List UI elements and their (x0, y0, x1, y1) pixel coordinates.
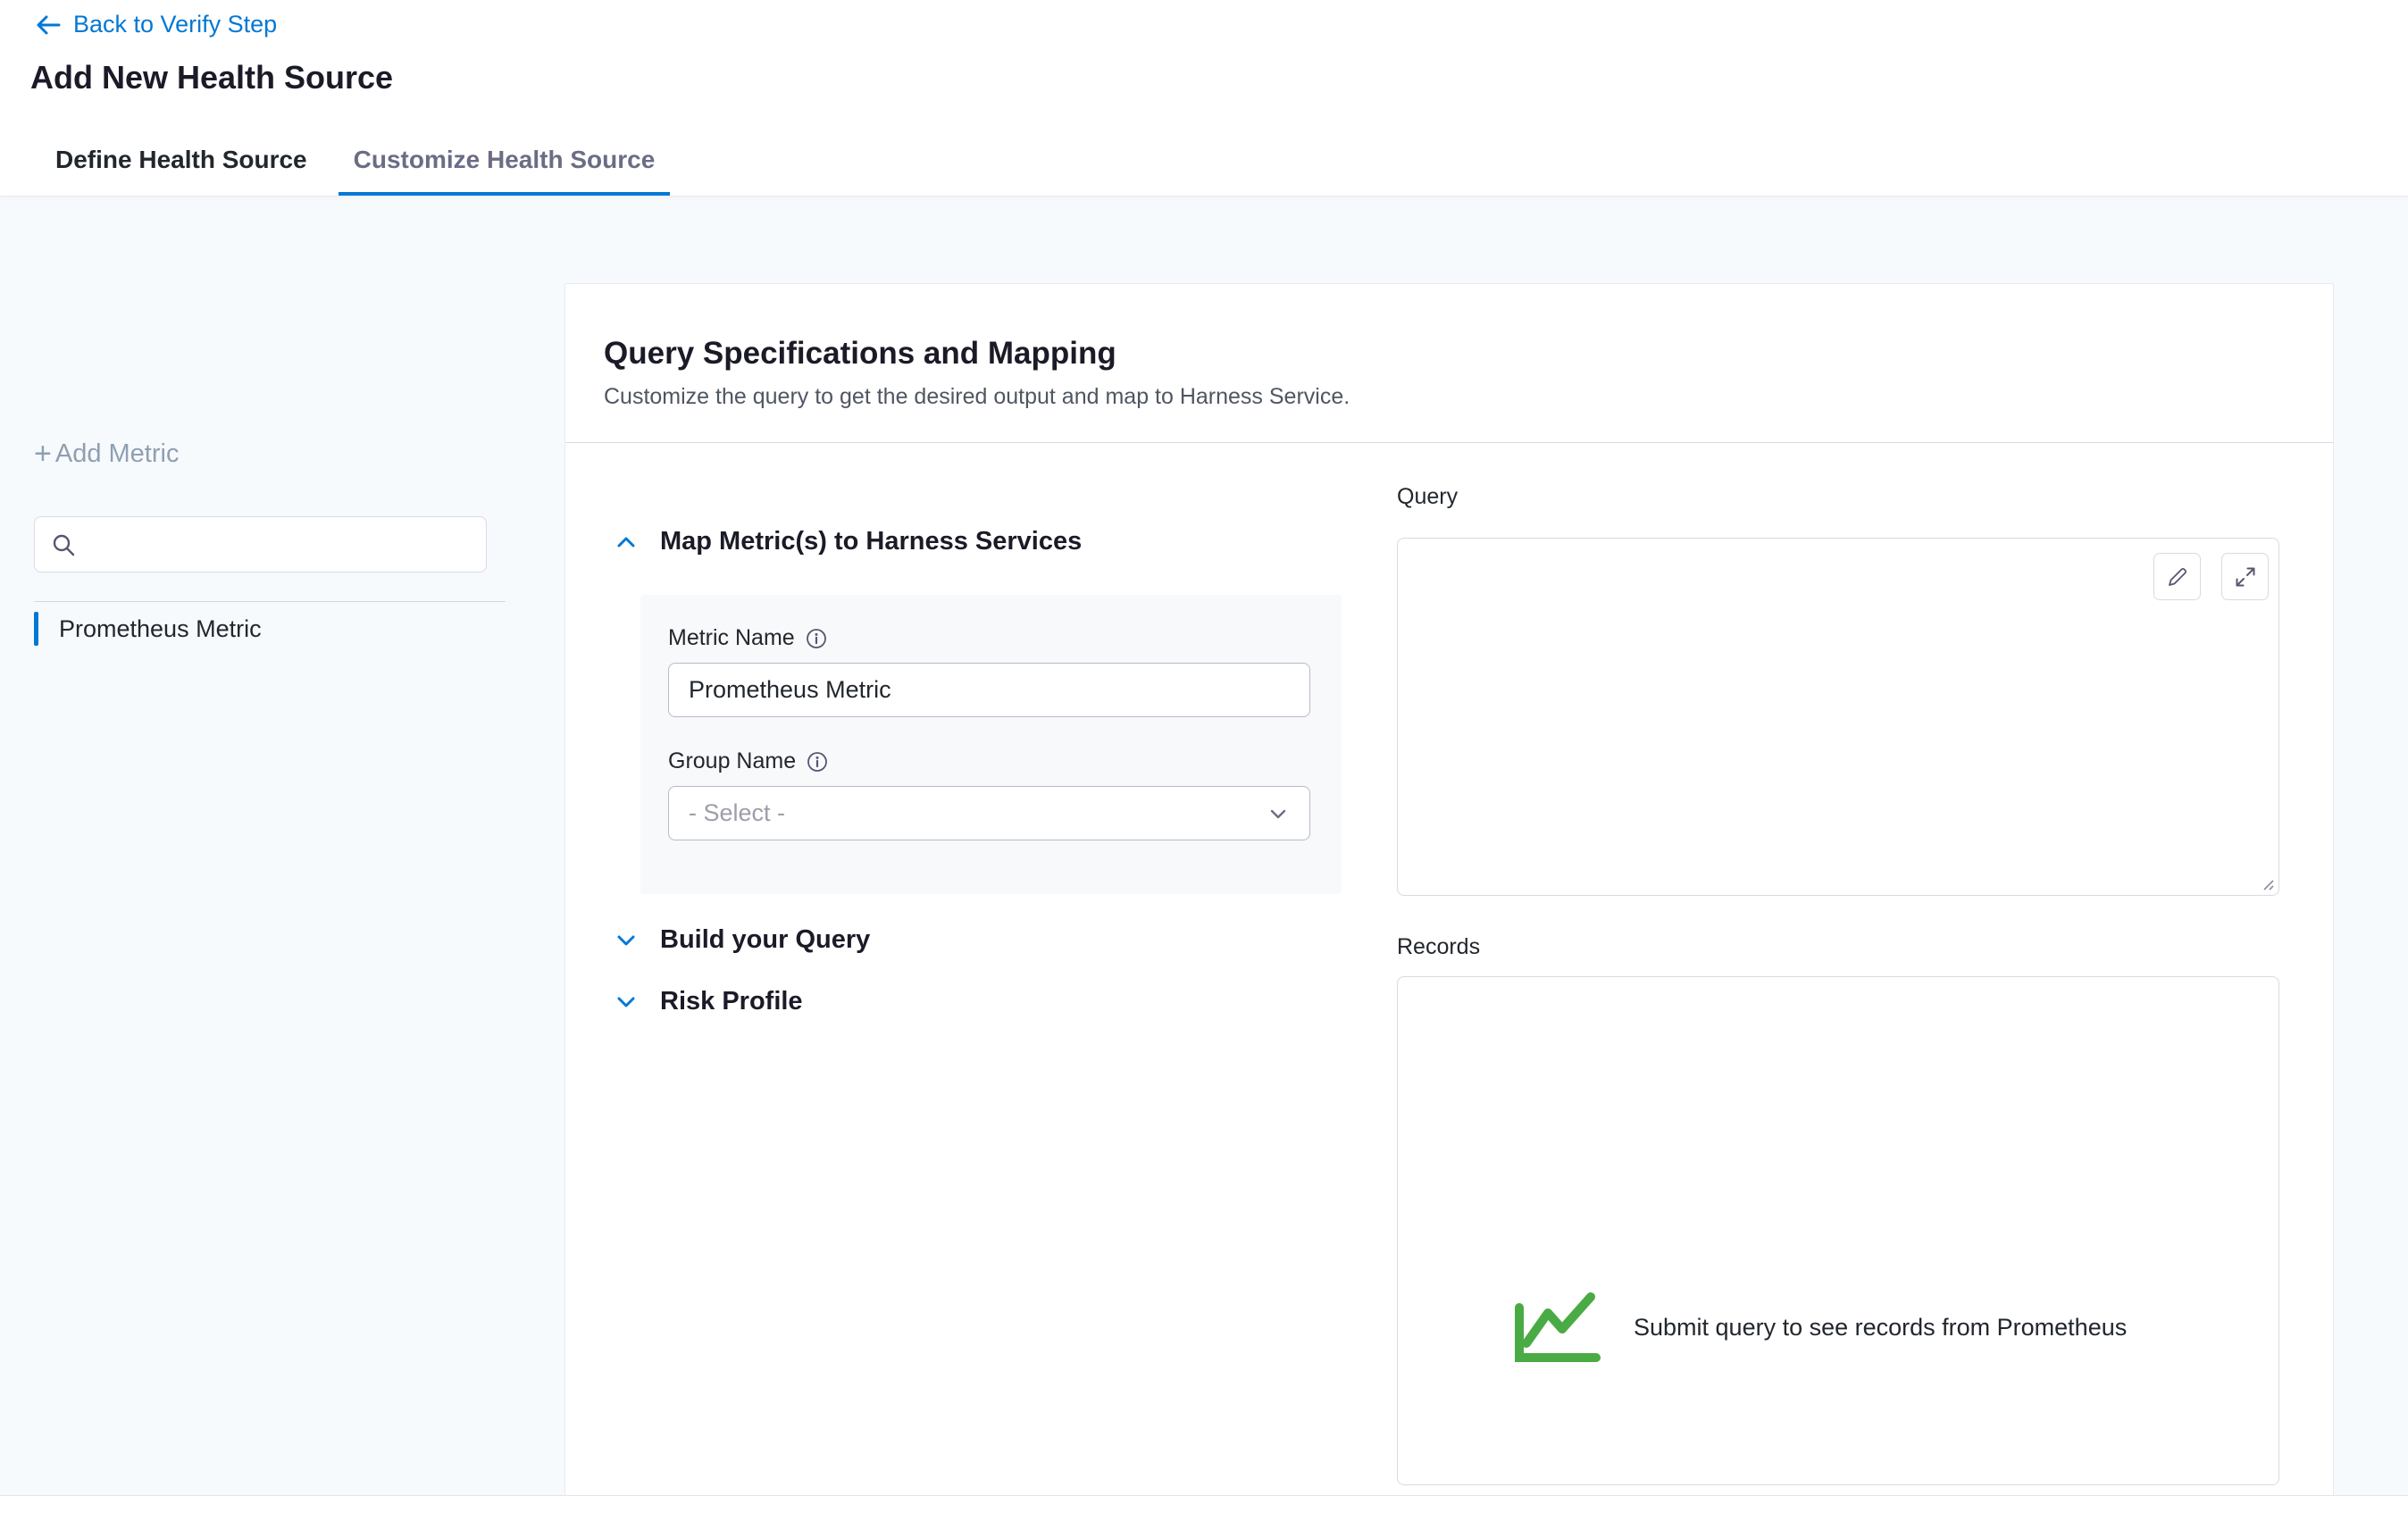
add-health-source-page: Back to Verify Step Add New Health Sourc… (0, 0, 2408, 1513)
records-label: Records (1397, 934, 1480, 960)
info-icon[interactable] (807, 751, 828, 773)
query-editor-box (1397, 538, 2279, 896)
section-map-metrics-toggle[interactable]: Map Metric(s) to Harness Services (614, 527, 1082, 556)
metric-search-box (34, 516, 487, 573)
card-title: Query Specifications and Mapping (604, 336, 1116, 372)
add-metric-button[interactable]: + Add Metric (34, 439, 179, 469)
metric-item-label: Prometheus Metric (59, 615, 262, 643)
info-icon[interactable] (806, 628, 827, 649)
metric-search-input[interactable] (87, 517, 486, 572)
section-risk-profile-toggle[interactable]: Risk Profile (614, 987, 803, 1016)
chevron-down-icon (614, 928, 639, 953)
selected-indicator-bar (34, 612, 38, 646)
edit-query-button[interactable] (2153, 553, 2201, 600)
group-name-label-row: Group Name (668, 748, 828, 774)
expand-query-button[interactable] (2221, 553, 2269, 600)
records-panel: Submit query to see records from Prometh… (1397, 976, 2279, 1485)
query-specifications-card: Query Specifications and Mapping Customi… (564, 283, 2334, 1497)
card-subtitle: Customize the query to get the desired o… (604, 384, 1350, 410)
metric-name-input[interactable] (668, 663, 1310, 717)
metric-mapping-panel: Metric Name Group Name - Select - (640, 595, 1342, 894)
page-header: Back to Verify Step Add New Health Sourc… (0, 0, 2408, 196)
section-map-metrics-label: Map Metric(s) to Harness Services (660, 527, 1082, 556)
page-title: Add New Health Source (30, 59, 393, 96)
tab-bar: Define Health Source Customize Health So… (40, 130, 670, 196)
expand-icon (2234, 565, 2257, 589)
records-empty-state: Submit query to see records from Prometh… (1512, 1290, 2127, 1365)
line-chart-icon (1512, 1290, 1601, 1365)
chevron-down-icon (614, 990, 639, 1015)
metric-list-item-prometheus[interactable]: Prometheus Metric (34, 609, 262, 648)
resize-handle[interactable] (2259, 875, 2275, 891)
records-empty-message: Submit query to see records from Prometh… (1634, 1314, 2127, 1342)
plus-icon: + (34, 441, 52, 467)
query-label: Query (1397, 484, 1458, 510)
group-name-select-value: - Select - (689, 799, 785, 827)
card-divider (565, 442, 2333, 443)
metric-name-label-row: Metric Name (668, 625, 827, 651)
query-input[interactable] (1398, 539, 2278, 895)
search-icon (51, 532, 76, 557)
section-risk-profile-label: Risk Profile (660, 987, 803, 1016)
group-name-select[interactable]: - Select - (668, 786, 1310, 840)
tab-customize-health-source[interactable]: Customize Health Source (339, 130, 671, 196)
sidebar-divider (34, 601, 506, 602)
section-build-query-toggle[interactable]: Build your Query (614, 925, 870, 955)
arrow-left-icon (36, 14, 61, 36)
group-name-label: Group Name (668, 748, 796, 774)
chevron-up-icon (614, 530, 639, 555)
metric-name-label: Metric Name (668, 625, 795, 651)
footer-strip (0, 1495, 2408, 1513)
metrics-sidebar: + Add Metric Prometheus Metric (0, 196, 564, 1497)
section-build-query-label: Build your Query (660, 925, 870, 955)
back-link-label: Back to Verify Step (73, 11, 277, 38)
tab-define-health-source[interactable]: Define Health Source (40, 130, 322, 196)
back-to-verify-step-button[interactable]: Back to Verify Step (36, 11, 277, 38)
chevron-down-icon (1267, 802, 1290, 825)
pencil-icon (2166, 565, 2189, 589)
add-metric-label: Add Metric (55, 439, 180, 469)
